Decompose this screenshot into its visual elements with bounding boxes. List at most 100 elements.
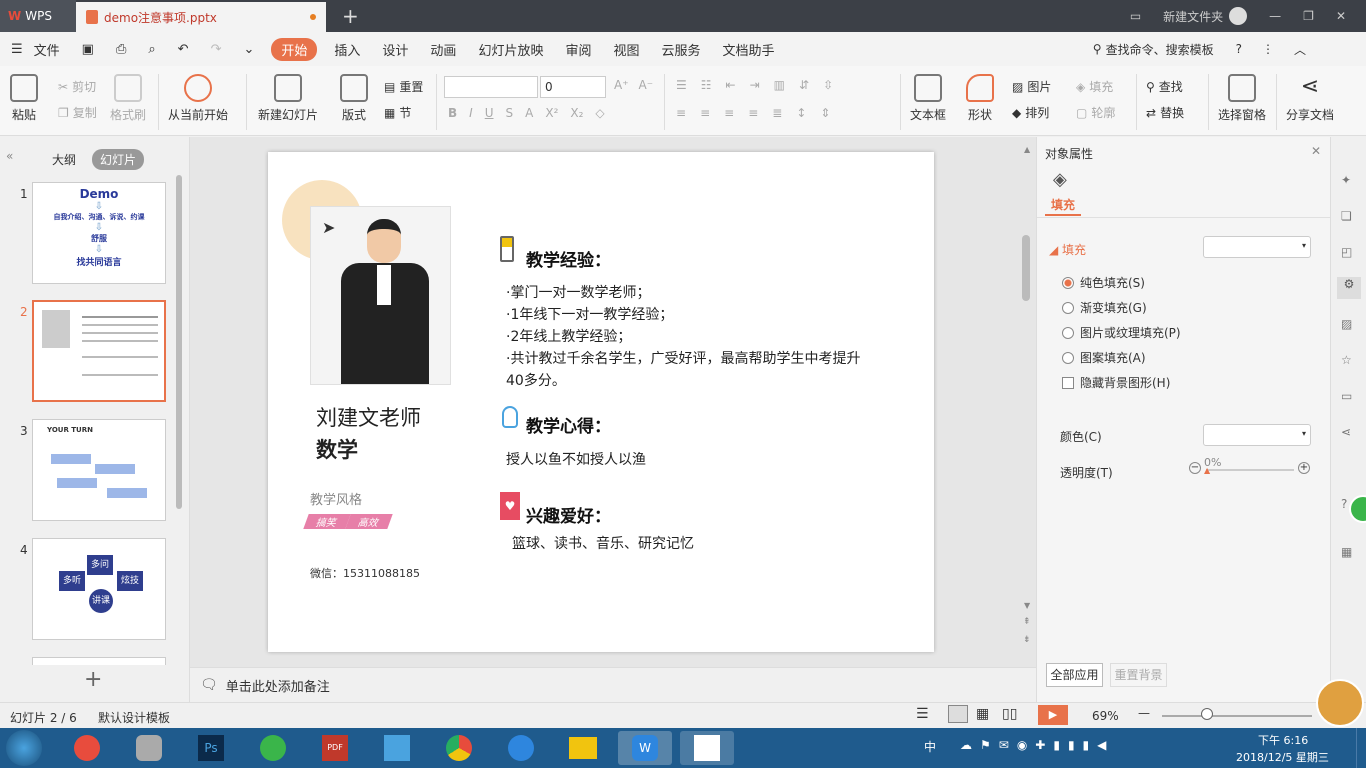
picture-panel-icon[interactable]: ▨ [1341,317,1352,331]
font-color-icon[interactable]: A [525,106,533,120]
radio-solid-fill[interactable]: 纯色填充(S) [1062,274,1145,291]
cut-button[interactable]: ✂ 剪切 [58,78,96,95]
document-tab[interactable]: demo注意事项.pptx [76,2,326,32]
taskbar-chrome[interactable] [432,731,486,765]
strikethrough-icon[interactable]: S [506,106,514,120]
grow-font-icon[interactable]: A⁺ [614,78,629,92]
template-name[interactable]: 默认设计模板 [98,709,170,726]
search-icon[interactable]: ⚲ [1093,42,1102,56]
collapse-panel-icon[interactable]: « [6,149,13,163]
fill-type-dropdown[interactable]: ▾ [1203,236,1311,258]
transparency-slider[interactable] [1206,469,1294,471]
new-tab-button[interactable]: + [342,4,359,28]
add-slide-button[interactable]: + [84,667,102,692]
clock-time[interactable]: 下午 6:16 [1258,732,1308,748]
scroll-up-icon[interactable]: ▲ [1024,145,1030,154]
help-icon[interactable]: ? [1236,42,1242,56]
subscript-icon[interactable]: X₂ [570,106,583,120]
text-direction-icon[interactable]: ⇵ [799,78,809,92]
tab-doc-assistant[interactable]: 文档助手 [712,40,786,59]
paragraph-spacing-icon[interactable]: ⇕ [820,106,830,120]
arrange-button[interactable]: ◆ 排列 [1012,104,1049,121]
color-dropdown[interactable]: ▾ [1203,424,1311,446]
redo-icon[interactable]: ↷ [200,42,233,57]
eraser-icon[interactable]: ◇ [595,106,604,120]
replace-button[interactable]: ⇄ 替换 [1146,104,1184,121]
bullet-list-icon[interactable]: ☰ [676,78,687,92]
taskbar-app-8[interactable] [494,731,548,765]
align-center-icon[interactable]: ≡ [700,106,710,120]
help-side-icon[interactable]: ? [1341,497,1347,511]
sorter-view-icon[interactable]: ▦ [976,706,989,722]
avatar[interactable] [1229,7,1248,25]
star-icon[interactable]: ☆ [1341,353,1352,367]
bold-icon[interactable]: B [448,106,457,120]
columns-icon[interactable]: ▥ [774,78,785,92]
tab-slideshow[interactable]: 幻灯片放映 [467,40,554,59]
command-search[interactable]: 查找命令、搜索模板 [1106,41,1214,58]
hamburger-menu-icon[interactable]: ☰ [0,42,34,57]
fill-button[interactable]: ◈ 填充 [1076,78,1113,95]
taskbar-wps[interactable]: W [618,731,672,765]
tab-insert[interactable]: 插入 [323,40,371,59]
radio-picture-fill[interactable]: 图片或纹理填充(P) [1062,324,1181,341]
section-button[interactable]: ▦ 节 [384,104,411,121]
taskbar-explorer[interactable] [556,731,610,765]
distribute-icon[interactable]: ≣ [772,106,782,120]
more-quick-icon[interactable]: ⌄ [232,42,265,57]
notes-placeholder[interactable]: 单击此处添加备注 [226,676,330,695]
line-spacing-icon[interactable]: ↕ [796,106,806,120]
zoom-slider[interactable] [1162,715,1312,717]
outline-button[interactable]: ▢ 轮廓 [1076,104,1115,121]
align-left-icon[interactable]: ≡ [676,106,686,120]
properties-icon[interactable]: ⚙ [1337,277,1361,299]
notes-toggle-icon[interactable]: ☰ [916,706,929,722]
undo-icon[interactable]: ↶ [167,42,200,57]
more-icon[interactable]: ⋮ [1262,42,1274,56]
file-menu[interactable]: 文件 [34,40,71,59]
share-button[interactable]: ⋖ 分享文档 [1286,74,1334,123]
zoom-level[interactable]: 69% [1092,709,1119,723]
radio-gradient-fill[interactable]: 渐变填充(G) [1062,299,1147,316]
find-button[interactable]: ⚲ 查找 [1146,78,1183,95]
slide-thumbnail-3[interactable]: YOUR TURN [32,419,166,521]
transparency-plus-button[interactable]: + [1298,462,1310,474]
normal-view-icon[interactable] [948,705,968,723]
tab-fill[interactable]: 填充 [1051,196,1075,213]
play-slideshow-button[interactable]: ▶ [1038,705,1068,725]
italic-icon[interactable]: I [469,106,473,120]
close-panel-icon[interactable]: ✕ [1311,144,1321,158]
taskbar-app-11[interactable] [680,731,734,765]
slide-thumbnail-1[interactable]: Demo ⇩ 自我介绍、沟通、诉说、约课 ⇩ 舒服 ⇩ 找共同语言 [32,182,166,284]
textbox-button[interactable]: 文本框 [910,74,946,123]
align-text-icon[interactable]: ⇳ [823,78,833,92]
apply-all-button[interactable]: 全部应用 [1046,663,1103,687]
zoom-handle[interactable] [1201,708,1213,720]
zoom-out-icon[interactable]: — [1138,706,1150,720]
show-desktop-button[interactable] [1356,728,1366,768]
from-current-button[interactable]: 从当前开始 [168,74,228,123]
restore-button[interactable]: ❐ [1303,9,1314,23]
prev-slide-icon[interactable]: ⇞ [1023,617,1031,627]
copy-button[interactable]: ❐ 复制 [58,104,97,121]
user-folder-label[interactable]: 新建文件夹 [1163,8,1223,25]
close-button[interactable]: ✕ [1336,9,1346,23]
wps-home-tab[interactable]: W WPS [0,0,76,32]
superscript-icon[interactable]: X² [545,106,558,120]
selection-pane-button[interactable]: 选择窗格 [1218,74,1266,123]
tray-icons[interactable]: ☁⚑✉◉✚▮▮▮◀ [960,738,1114,752]
layout-button[interactable]: 版式 [340,74,368,123]
thumbnails-scrollbar[interactable] [176,175,182,509]
radio-pattern-fill[interactable]: 图案填充(A) [1062,349,1146,366]
hide-background-checkbox[interactable]: 隐藏背景图形(H) [1062,374,1170,391]
slide-thumbnail-4[interactable]: 多问 多听 炫技 讲课 [32,538,166,640]
underline-icon[interactable]: U [485,106,494,120]
scroll-down-icon[interactable]: ▼ [1024,601,1030,610]
grid-icon[interactable]: ▦ [1341,545,1352,559]
preview-icon[interactable]: ⌕ [137,42,166,57]
notes-bar[interactable]: 🗨 单击此处添加备注 [190,667,1036,702]
font-name-field[interactable] [444,76,538,98]
taskbar-app-6[interactable] [370,731,424,765]
tab-slides[interactable]: 幻灯片 [92,149,145,170]
magic-icon[interactable]: ✦ [1341,173,1351,187]
